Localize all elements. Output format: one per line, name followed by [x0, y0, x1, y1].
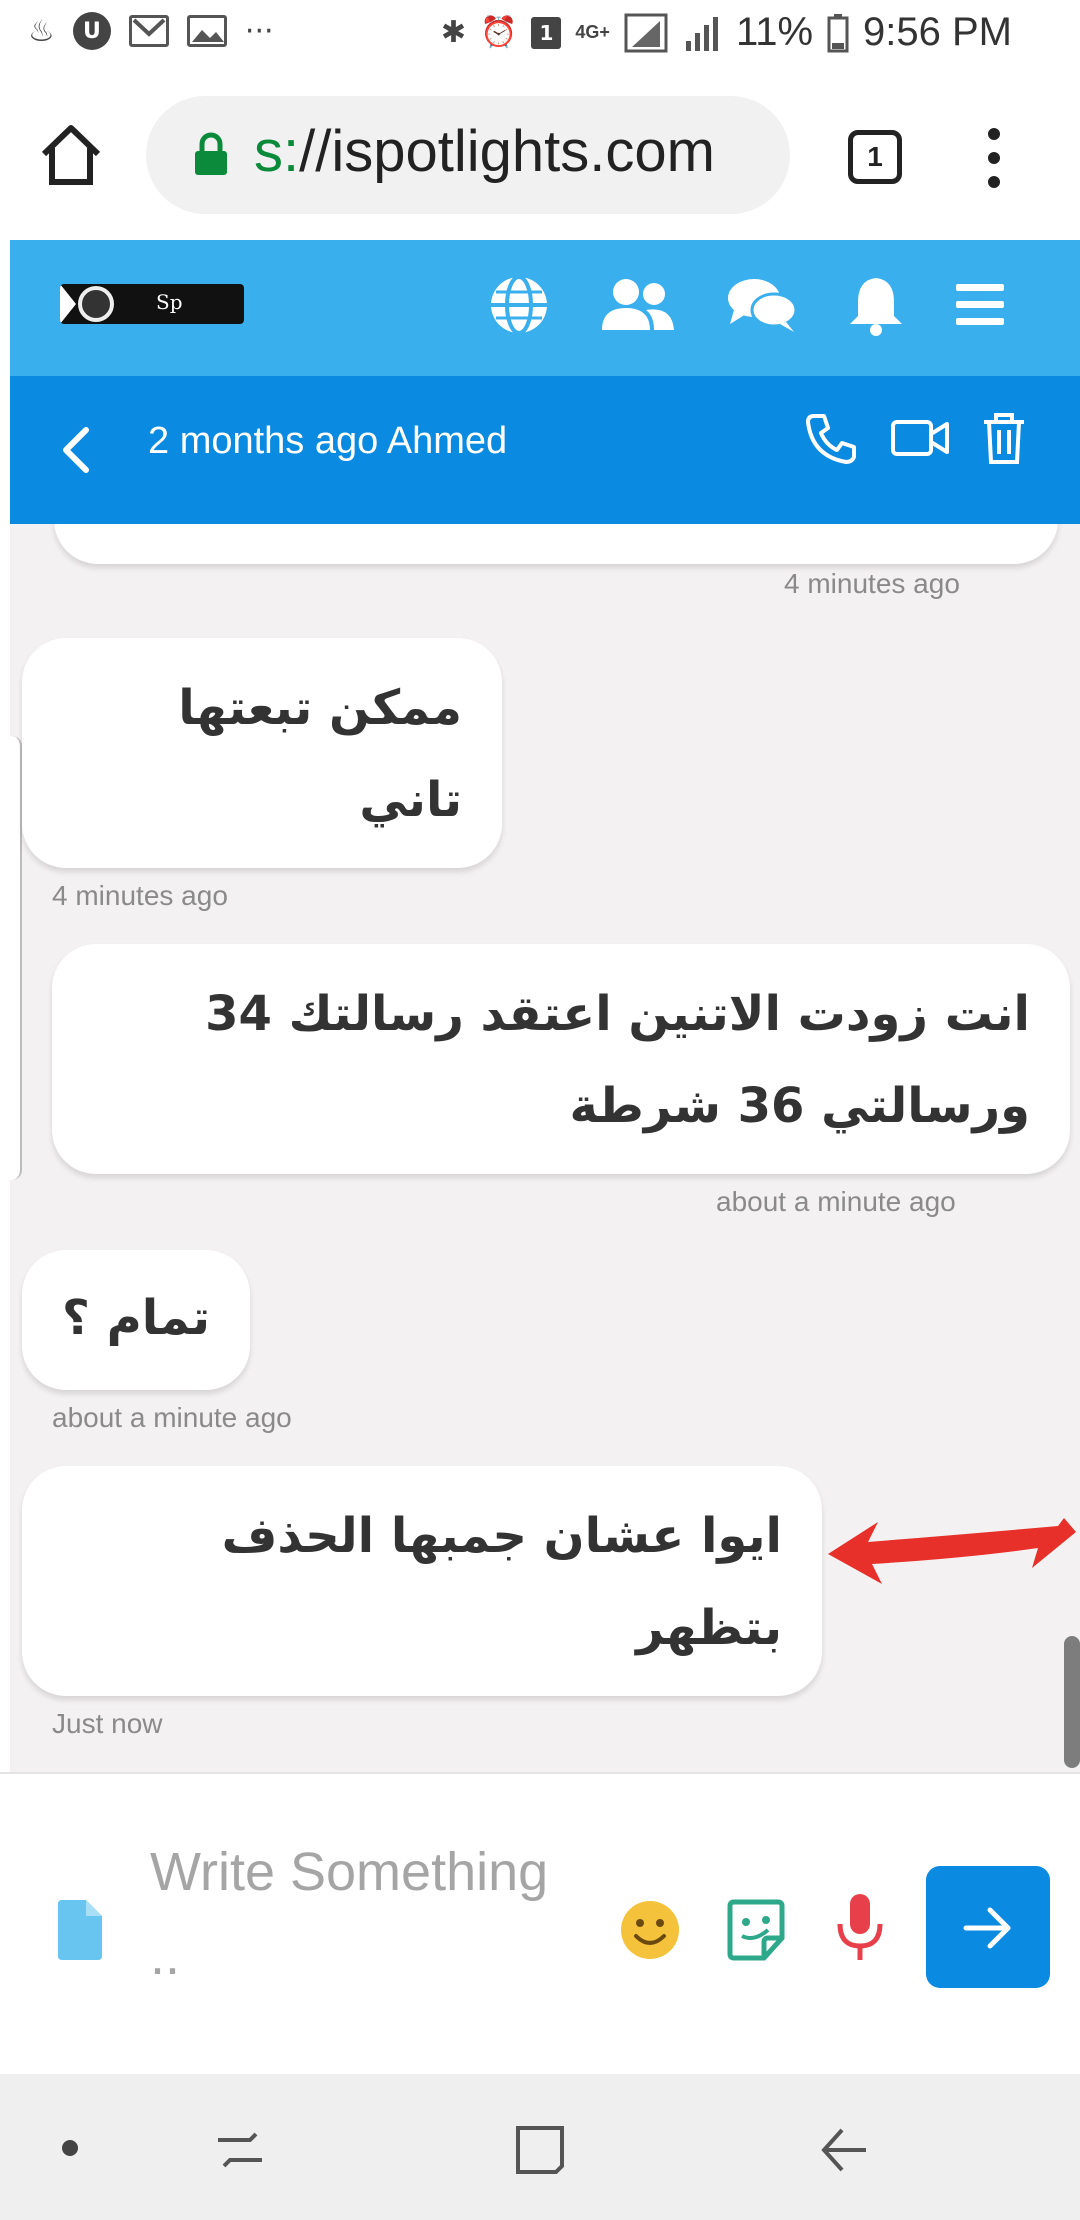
composer: Write Something .. [0, 1772, 1080, 2074]
u-icon: U [72, 12, 111, 50]
tab-switcher-button[interactable]: 1 [848, 130, 902, 184]
browser-toolbar: s://ispotlights.com 1 [0, 72, 1080, 240]
nav-icons [486, 272, 1008, 338]
battery-icon [827, 13, 849, 52]
send-button[interactable] [926, 1866, 1050, 1988]
url-domain: //ispotlights.com [299, 119, 715, 184]
url-text: s://ispotlights.com [254, 118, 715, 185]
back-icon[interactable] [54, 422, 102, 478]
file-attach-icon[interactable] [56, 1900, 104, 1960]
message-time: 4 minutes ago [52, 880, 228, 911]
lock-icon [195, 132, 227, 175]
network-type: 4G+ [575, 22, 610, 42]
back-arrow-icon[interactable] [816, 2122, 872, 2178]
message-bubble[interactable]: ممكن تبعتها تاني [22, 638, 502, 868]
status-system: ✱ ⏰ 1 4G+ 11% 9:56 PM [441, 10, 1012, 55]
clock: 9:56 PM [863, 10, 1012, 54]
sticker-icon[interactable] [724, 1898, 788, 1962]
signal-icon-2 [685, 16, 718, 51]
status-notifications: ♨ U ··· [28, 12, 274, 50]
system-nav-bar [0, 2074, 1080, 2220]
screen: ♨ U ··· ✱ ⏰ 1 4G+ 11% 9:56 PM s://ispotl… [0, 0, 1080, 2220]
side-panel-edge[interactable] [10, 736, 22, 1180]
messages-list[interactable]: 4 minutes ago ممكن تبعتها تاني 4 minutes… [10, 524, 1080, 1772]
message-bubble[interactable]: تمام ؟ [22, 1250, 250, 1390]
microphone-icon[interactable] [834, 1892, 886, 1964]
message-bubble[interactable] [54, 524, 1058, 564]
arrow-right-icon [963, 1907, 1011, 1949]
people-icon[interactable] [598, 272, 678, 338]
hamburger-menu-icon[interactable] [952, 272, 1008, 338]
status-bar: ♨ U ··· ✱ ⏰ 1 4G+ 11% 9:56 PM [0, 0, 1080, 72]
more-notifications-icon: ··· [244, 13, 274, 49]
message-bubble[interactable]: ايوا عشان جمبها الحذف بتظهر [22, 1466, 822, 1696]
bell-icon[interactable] [846, 272, 906, 338]
url-scheme: s: [254, 119, 300, 184]
gallery-icon [186, 15, 227, 47]
message-time: about a minute ago [52, 1402, 292, 1433]
chat-header: 2 months ago Ahmed [10, 376, 1080, 524]
emoji-icon[interactable] [618, 1898, 682, 1962]
chat-actions [804, 410, 1028, 466]
site-navbar: Sp [10, 240, 1080, 376]
gmail-icon [128, 15, 169, 47]
message-input[interactable]: Write Something .. [150, 1830, 590, 1998]
chat-icon[interactable] [724, 272, 800, 338]
recent-apps-icon[interactable] [212, 2122, 268, 2178]
message-time: 4 minutes ago [784, 568, 960, 599]
url-bar[interactable]: s://ispotlights.com [146, 96, 790, 214]
scrollbar[interactable] [1064, 1636, 1080, 1768]
home-square-icon[interactable] [512, 2122, 568, 2178]
battery-percent: 11% [735, 10, 814, 54]
notification-icon: ♨ [28, 13, 55, 49]
signal-icon [624, 13, 668, 52]
site-logo[interactable]: Sp [60, 284, 244, 324]
message-time: about a minute ago [716, 1186, 956, 1217]
annotation-arrow [828, 1518, 1076, 1584]
nav-dot-icon[interactable] [62, 2140, 78, 2156]
logo-text: Sp [156, 290, 183, 314]
chat-title: 2 months ago Ahmed [148, 420, 508, 462]
browser-menu-icon[interactable] [982, 128, 1006, 188]
message-time: Just now [52, 1708, 163, 1739]
sim-badge: 1 [531, 16, 562, 49]
trash-icon[interactable] [980, 410, 1028, 466]
globe-icon[interactable] [486, 272, 552, 338]
bluetooth-icon: ✱ [440, 15, 467, 50]
phone-icon[interactable] [804, 410, 860, 466]
home-icon[interactable] [38, 122, 104, 188]
message-bubble[interactable]: انت زودت الاتنين اعتقد رسالتك 34 ورسالتي… [52, 944, 1070, 1174]
alarm-icon: ⏰ [480, 15, 518, 50]
video-icon[interactable] [890, 410, 950, 466]
